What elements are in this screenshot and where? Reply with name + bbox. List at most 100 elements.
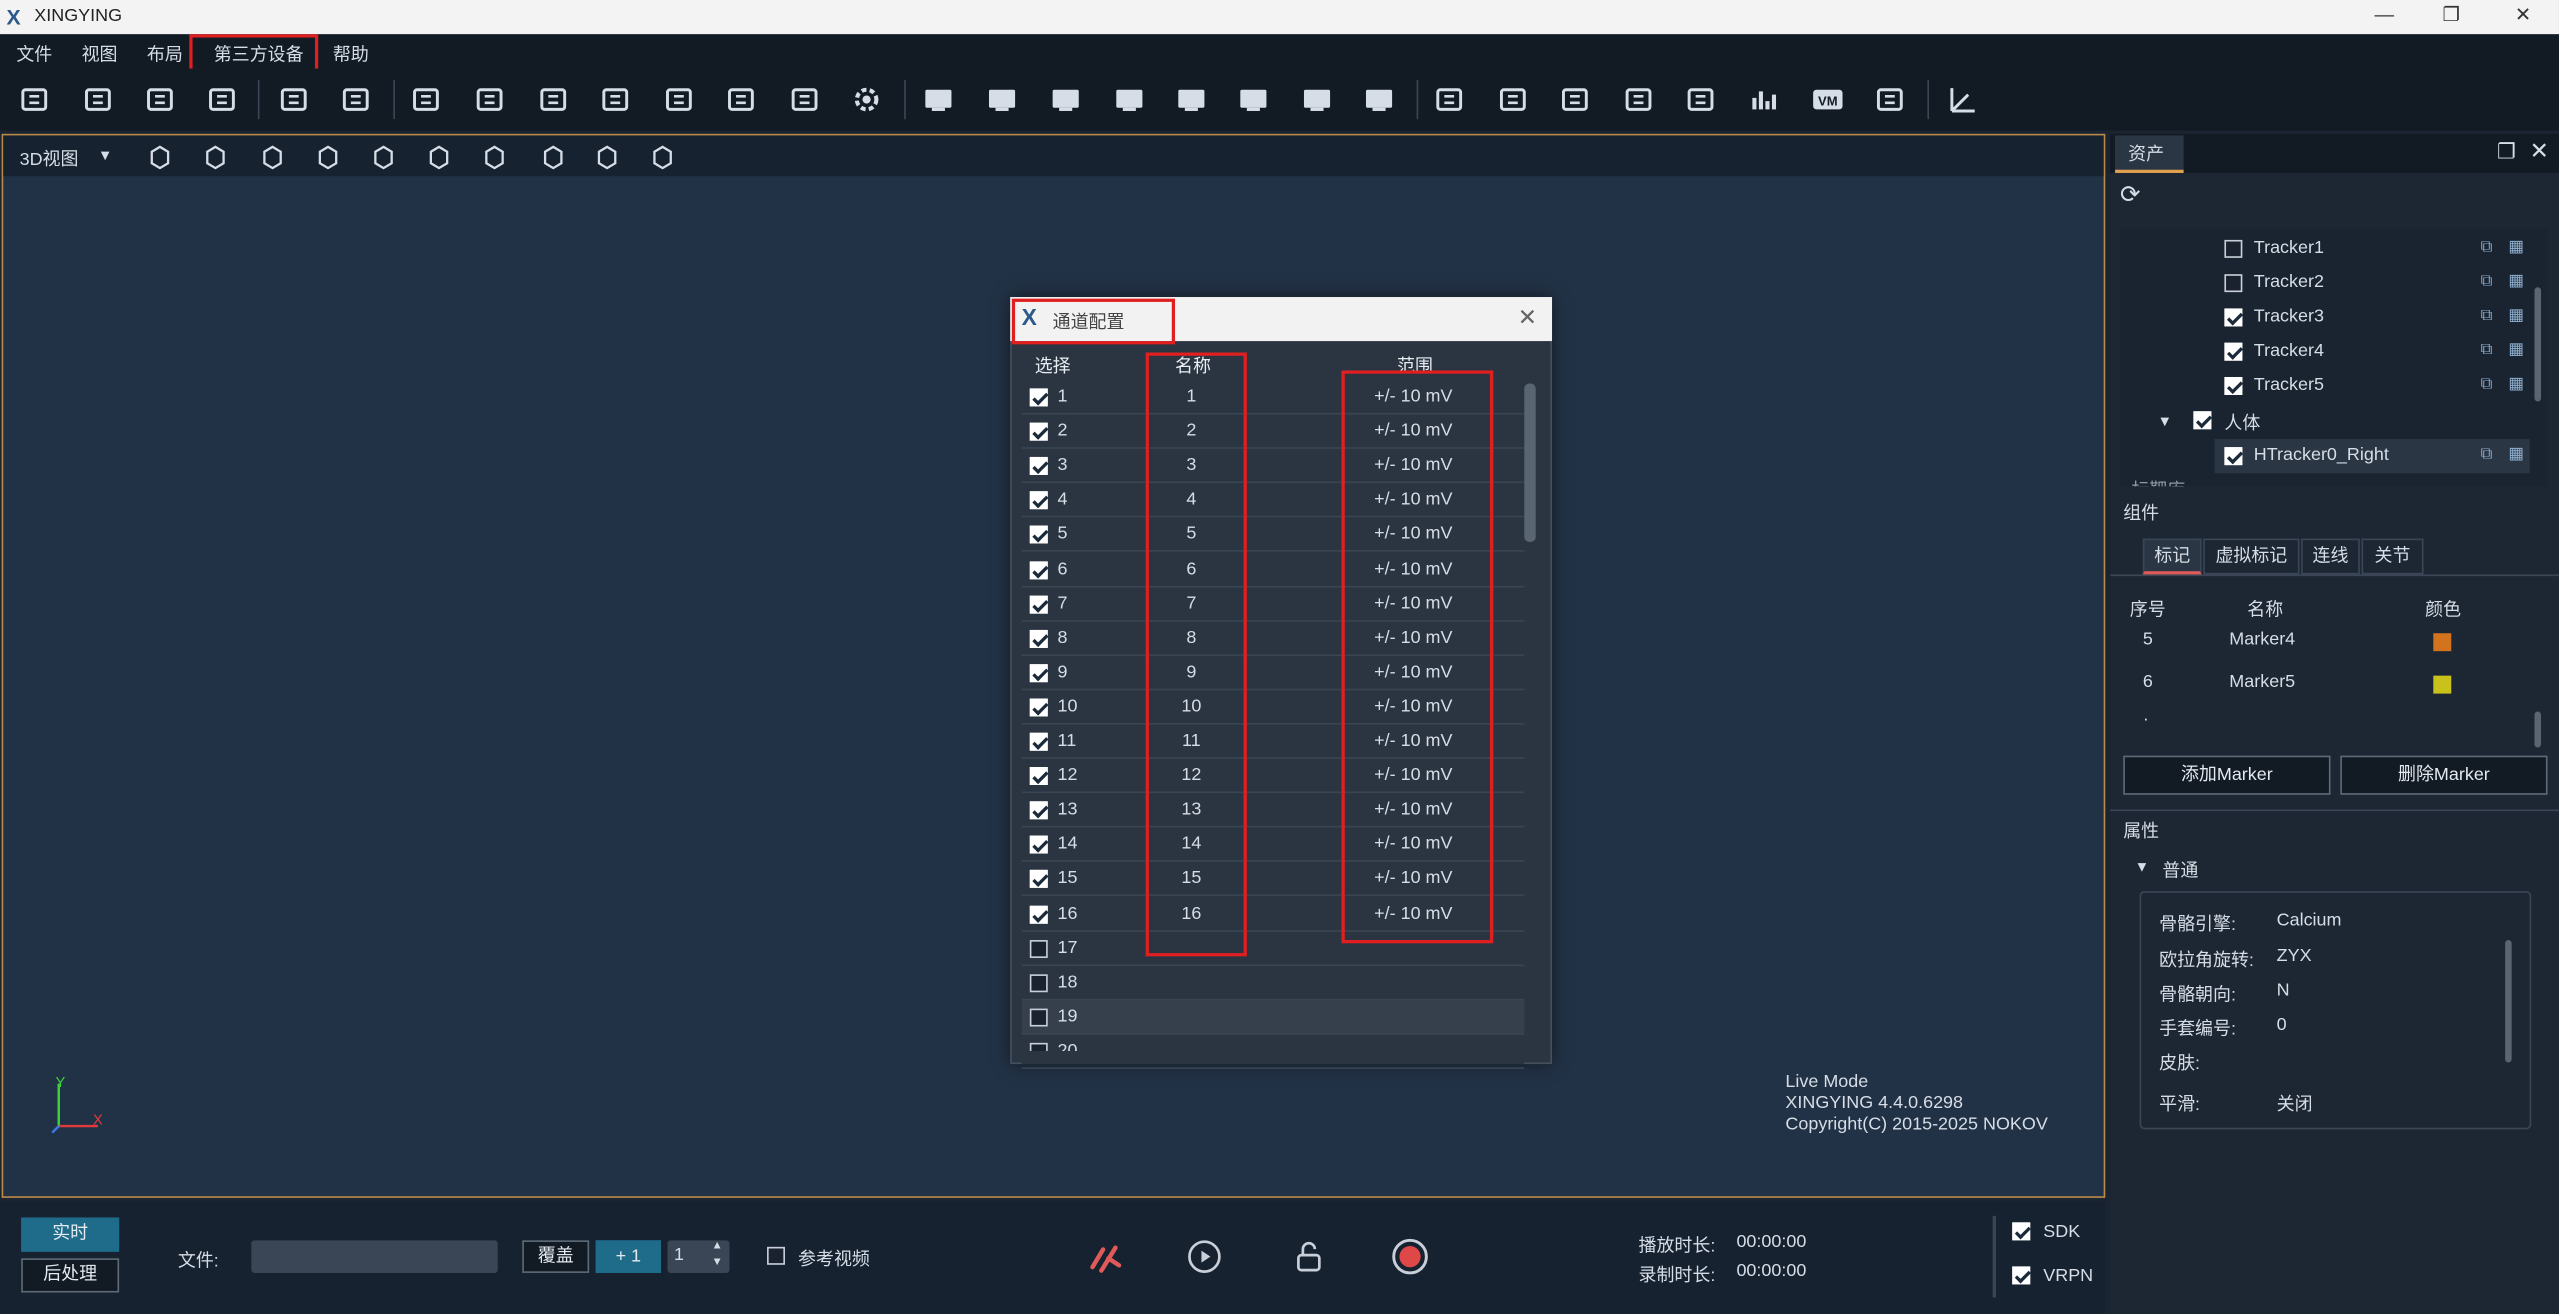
channel-checkbox[interactable] [1029,663,1048,682]
copy-icon[interactable]: ⧉ [2481,375,2493,393]
record-icon[interactable] [1390,1237,1429,1276]
file-icon[interactable] [1872,82,1908,118]
copy-icon[interactable]: ⧉ [2481,238,2493,256]
bar-chart-icon[interactable] [1746,82,1782,118]
tracker-checkbox[interactable] [2224,342,2243,361]
channel-checkbox[interactable] [1029,491,1048,510]
tracker-label[interactable]: Tracker5 [2254,375,2324,395]
rotate-icon[interactable] [1431,82,1467,118]
channel-checkbox[interactable] [1029,836,1048,855]
cube-left-icon[interactable] [369,142,398,171]
add-marker-button[interactable]: 添加Marker [2123,755,2331,795]
property-value[interactable]: ZYX [2277,947,2312,967]
cube-back-icon[interactable] [313,142,342,171]
chevron-down-icon[interactable]: ▼ [98,147,113,163]
menu-file[interactable]: 文件 [16,41,52,67]
view-3d-icon[interactable] [1557,82,1593,118]
cube-right-icon[interactable] [424,142,453,171]
tracker-label[interactable]: Tracker2 [2254,273,2324,293]
reset-view-icon[interactable] [480,142,509,171]
asset-scrollbar[interactable] [2534,287,2542,402]
delete-icon[interactable]: ▦ [2508,238,2523,256]
file-field[interactable] [251,1240,498,1273]
marker-color-swatch[interactable] [2433,633,2452,652]
hide-icon[interactable] [276,82,312,118]
sdk-checkbox[interactable] [2012,1222,2031,1241]
channel-checkbox[interactable] [1029,973,1048,992]
delete-icon[interactable]: ▦ [2508,375,2523,393]
skeleton-icon[interactable] [592,142,621,171]
menu-third-party-devices[interactable]: 第三方设备 [189,34,319,72]
channel-checkbox[interactable] [1029,560,1048,579]
cube-top-icon[interactable] [258,142,287,171]
marker-name[interactable]: Marker4 [2229,630,2295,650]
tracker-checkbox[interactable] [2224,376,2243,395]
replay-icon[interactable] [661,82,697,118]
broken-link-icon[interactable] [1084,1237,1126,1279]
realtime-button[interactable]: 实时 [21,1217,120,1252]
menu-help[interactable]: 帮助 [333,41,369,67]
vm-icon[interactable]: VM [1810,82,1846,118]
restore-button[interactable]: ❐ [2427,3,2476,31]
unlock-icon[interactable] [1291,1239,1327,1275]
channel-checkbox[interactable] [1029,698,1048,717]
channel-checkbox[interactable] [1029,526,1048,545]
menu-view[interactable]: 视图 [82,41,118,67]
marker-name[interactable]: Marker5 [2229,672,2295,692]
open-icon[interactable] [16,82,52,118]
marker-color-swatch[interactable] [2433,675,2452,694]
float-icon[interactable]: ❐ [2497,139,2516,165]
menu-layout[interactable]: 布局 [147,41,183,67]
layers-icon[interactable] [723,82,759,118]
props-scrollbar[interactable] [2505,940,2512,1063]
copy-icon[interactable]: ⧉ [2481,341,2493,359]
close-panel-icon[interactable]: ✕ [2530,137,2549,165]
layout-8-icon[interactable] [1361,82,1397,118]
channel-checkbox[interactable] [1029,629,1048,648]
minimize-button[interactable]: — [2360,3,2409,31]
layout-7-icon[interactable] [1299,82,1335,118]
channel-checkbox[interactable] [1029,388,1048,407]
refresh-icon[interactable]: ⟳ [2120,180,2141,209]
property-value[interactable]: 0 [2277,1015,2287,1035]
increment-spinbox[interactable]: 1 ▲ ▼ [667,1240,730,1273]
capture-icon[interactable] [472,82,508,118]
play-icon[interactable] [1186,1239,1222,1275]
channel-checkbox[interactable] [1029,457,1048,476]
layout-2-icon[interactable] [984,82,1020,118]
tracker-label[interactable]: Tracker3 [2254,307,2324,327]
tab-assets[interactable]: 资产 [2115,135,2184,173]
spin-down-icon[interactable]: ▼ [712,1257,723,1268]
graph-icon[interactable] [1683,82,1719,118]
tracker-label[interactable]: Tracker1 [2254,238,2324,258]
component-tab[interactable]: 标记 [2142,538,2202,575]
delete-icon[interactable]: ▦ [2508,446,2523,464]
dialog-scrollbar[interactable] [1524,383,1536,542]
delete-icon[interactable]: ▦ [2508,273,2523,291]
dialog-close-icon[interactable]: ✕ [1518,304,1537,332]
channel-checkbox[interactable] [1029,904,1048,923]
video-icon[interactable] [597,82,633,118]
component-tab[interactable]: 虚拟标记 [2203,538,2300,575]
postprocess-button[interactable]: 后处理 [21,1258,120,1293]
marker-scrollbar[interactable] [2534,711,2542,748]
cube-side-icon[interactable] [201,142,230,171]
swap-icon[interactable] [338,82,374,118]
layout-4-icon[interactable] [1111,82,1147,118]
channel-checkbox[interactable] [1029,870,1048,889]
delete-icon[interactable]: ▦ [2508,307,2523,325]
close-window-button[interactable]: ✕ [2499,3,2548,31]
channel-checkbox[interactable] [1029,595,1048,613]
view-mode-select[interactable]: 3D视图 [20,145,79,171]
axis-icon[interactable] [1944,82,1980,118]
human-item-checkbox[interactable] [2224,447,2243,466]
delete-marker-button[interactable]: 删除Marker [2340,755,2548,795]
layout-1-icon[interactable] [920,82,956,118]
cube-front-icon[interactable] [145,142,174,171]
expand-arrow-icon[interactable]: ▼ [2158,413,2173,429]
tracker-checkbox[interactable] [2224,308,2243,327]
save-as-icon[interactable] [204,82,240,118]
layout-6-icon[interactable] [1235,82,1271,118]
component-tab[interactable]: 关节 [2361,538,2424,575]
expand-general-icon[interactable]: ▼ [2135,858,2150,874]
